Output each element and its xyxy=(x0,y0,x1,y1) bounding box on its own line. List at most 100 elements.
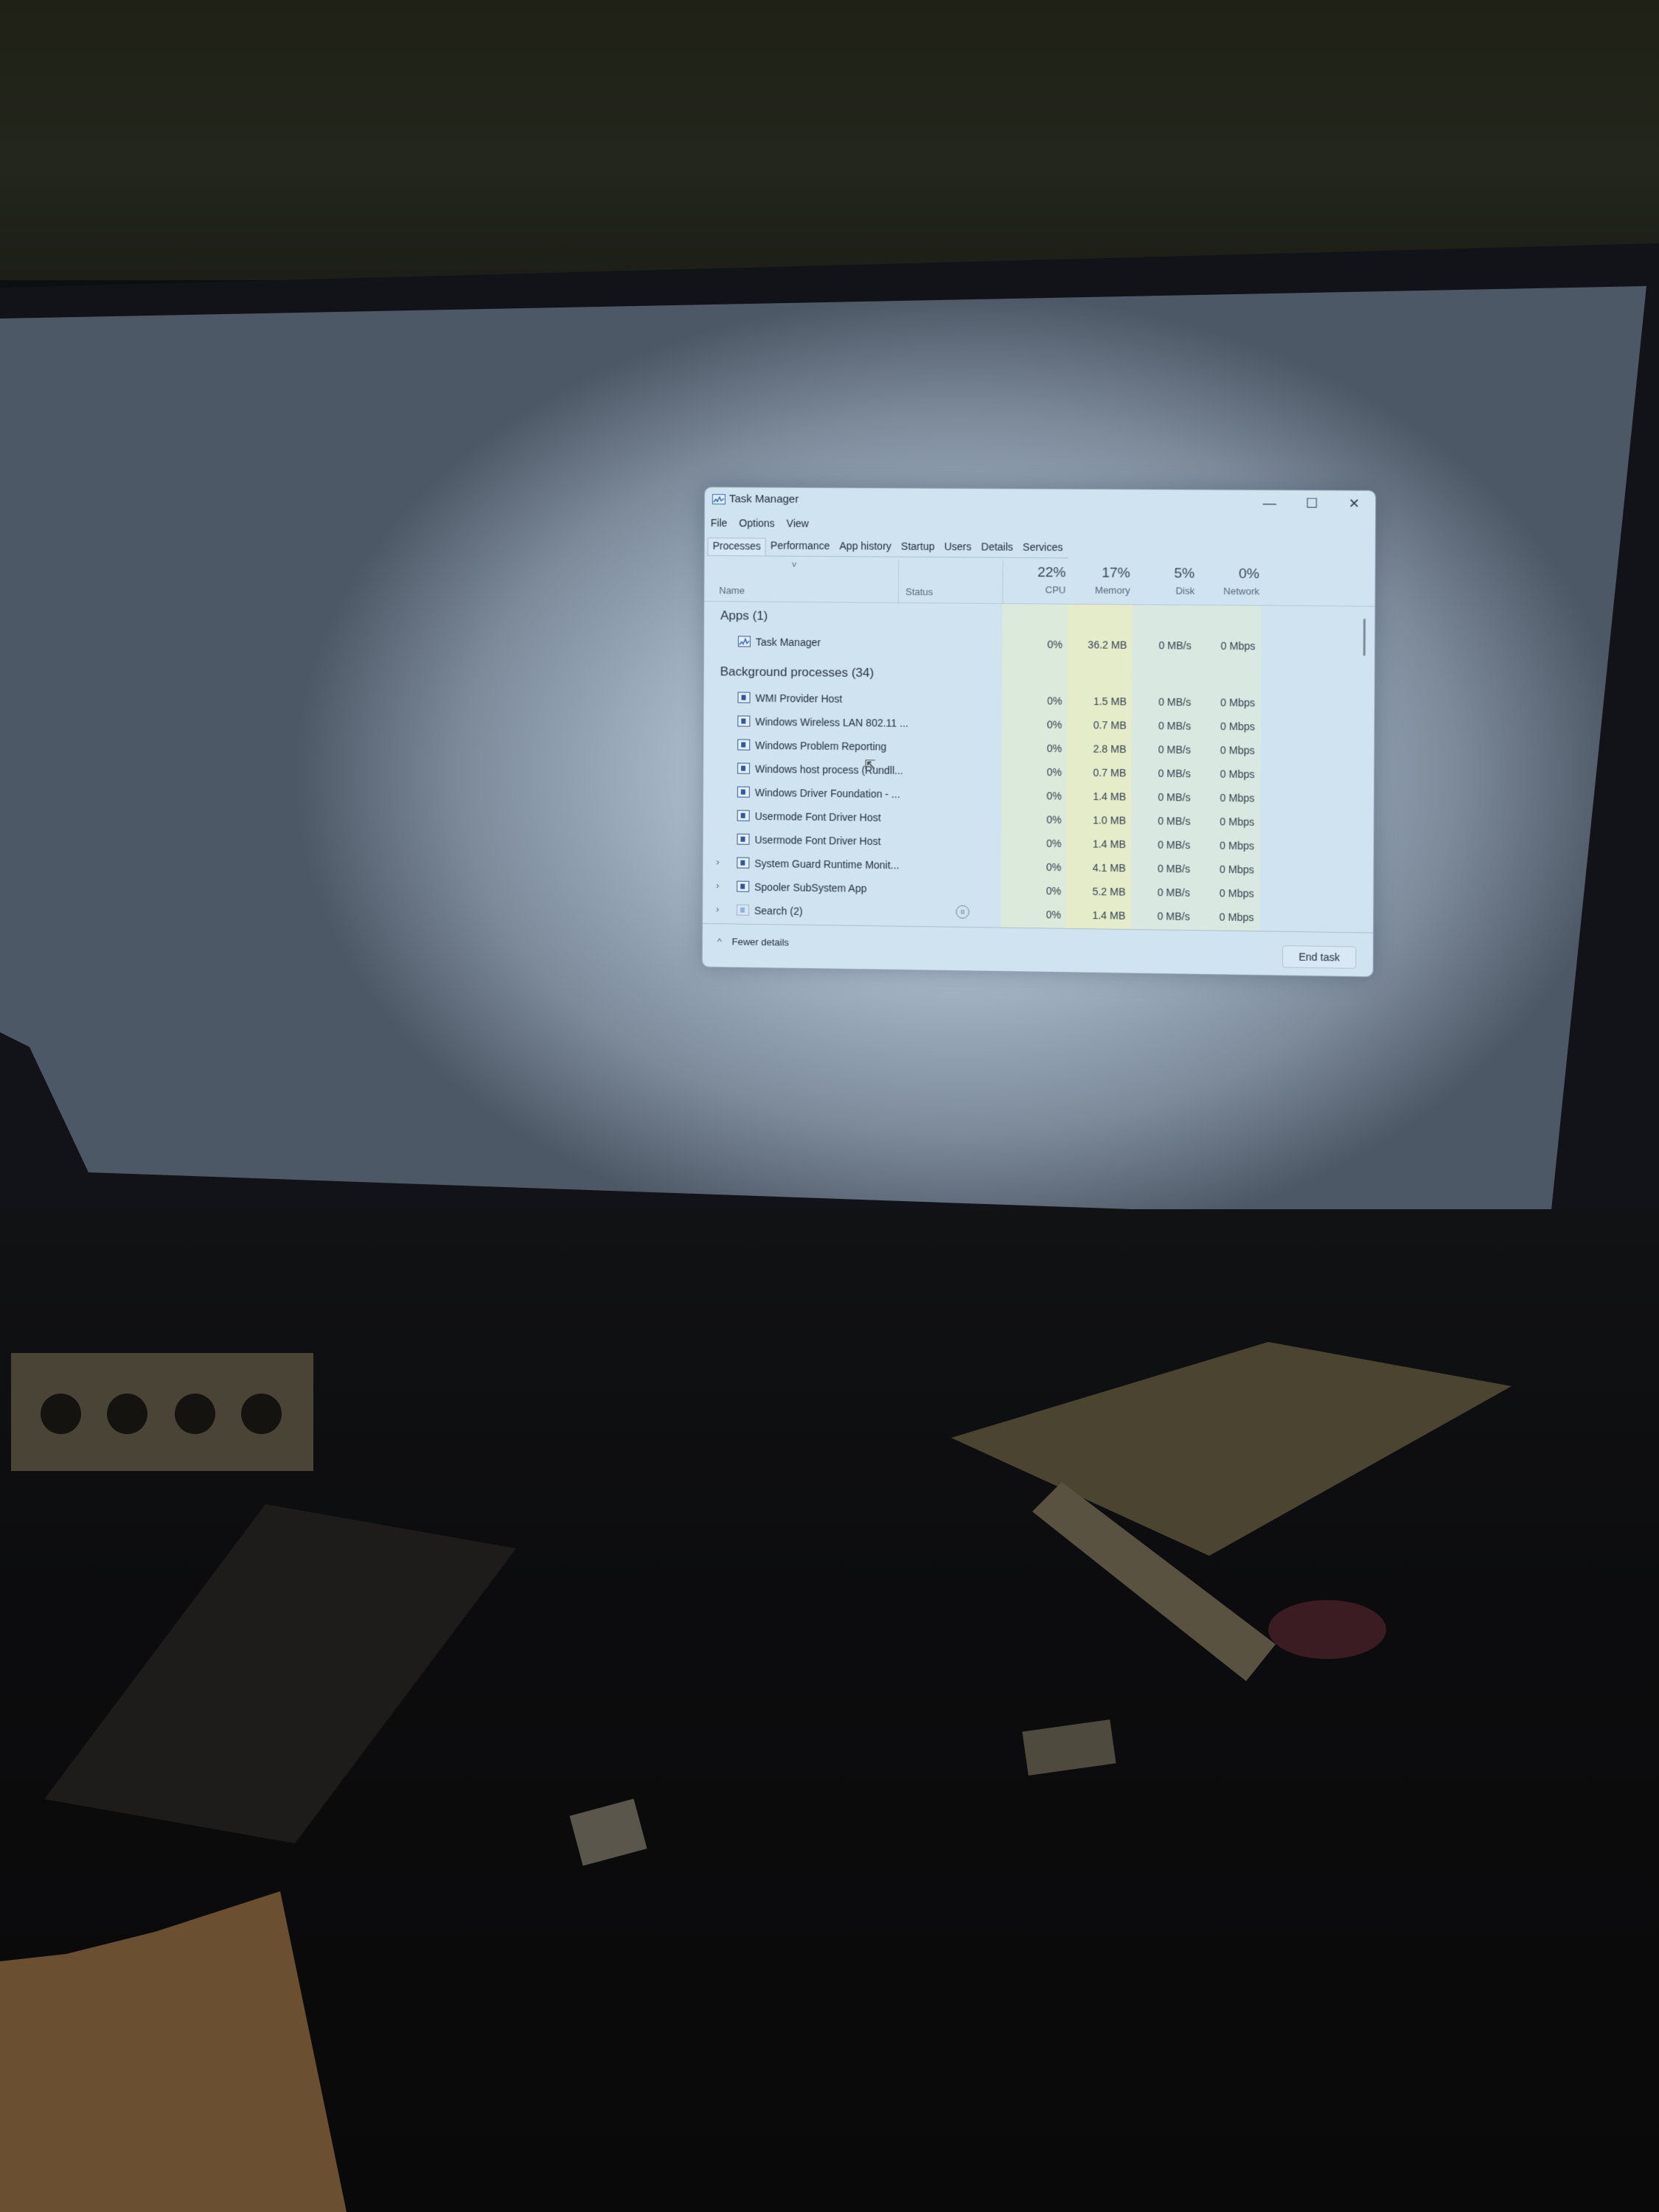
vertical-scrollbar[interactable] xyxy=(1363,618,1366,656)
process-cpu: 0% xyxy=(1046,908,1062,921)
tab-users[interactable]: Users xyxy=(939,539,976,557)
memory-total: 17% xyxy=(1102,565,1130,582)
process-network: 0 Mbps xyxy=(1219,911,1254,924)
process-name: Task Manager xyxy=(755,636,821,649)
process-row[interactable]: Task Manager 0% 36.2 MB 0 MB/s 0 Mbps xyxy=(704,630,1352,658)
title-bar[interactable]: Task Manager — ☐ ✕ xyxy=(705,487,1376,516)
process-cpu: 0% xyxy=(1046,790,1062,802)
menu-options[interactable]: Options xyxy=(737,517,776,533)
fewer-details-button[interactable]: ^ Fewer details xyxy=(717,936,789,947)
process-disk: 0 MB/s xyxy=(1157,862,1191,875)
process-cpu: 0% xyxy=(1046,885,1062,897)
disk-label: Disk xyxy=(1175,585,1195,597)
expand-chevron-icon[interactable]: › xyxy=(716,880,719,891)
process-network: 0 Mbps xyxy=(1220,720,1255,733)
process-cpu: 0% xyxy=(1046,765,1062,779)
process-disk: 0 MB/s xyxy=(1158,790,1191,804)
close-button[interactable]: ✕ xyxy=(1333,490,1376,516)
tab-bar: Processes Performance App history Startu… xyxy=(707,538,1068,559)
power-strip xyxy=(11,1353,313,1471)
column-header-memory[interactable]: 17% Memory xyxy=(1066,565,1130,597)
process-network: 0 Mbps xyxy=(1220,639,1256,653)
process-memory: 5.2 MB xyxy=(1092,885,1126,898)
problem-reporting-icon xyxy=(737,739,751,751)
column-header-network[interactable]: 0% Network xyxy=(1195,566,1259,597)
menu-bar: File Options View xyxy=(709,517,810,534)
process-memory: 1.4 MB xyxy=(1092,909,1126,922)
section-background-processes: Background processes (34) xyxy=(720,664,874,681)
task-manager-icon xyxy=(712,494,726,505)
column-header-cpu[interactable]: 22% CPU xyxy=(1002,565,1066,596)
process-name: Windows Problem Reporting xyxy=(755,739,887,753)
tab-processes[interactable]: Processes xyxy=(707,538,767,556)
sort-chevron-icon[interactable]: ˅ xyxy=(792,560,797,571)
expand-chevron-icon[interactable]: › xyxy=(716,903,719,914)
cpu-label: CPU xyxy=(1045,584,1066,596)
process-cpu: 0% xyxy=(1046,837,1062,849)
outlet-socket xyxy=(241,1394,282,1434)
column-divider[interactable] xyxy=(898,559,900,602)
suspended-status-icon: II xyxy=(956,905,970,919)
tab-services[interactable]: Services xyxy=(1018,540,1068,558)
app-window-icon xyxy=(737,857,750,869)
window-title: Task Manager xyxy=(728,493,799,506)
process-cpu: 0% xyxy=(1047,638,1063,651)
printer-icon xyxy=(737,880,750,892)
menu-file[interactable]: File xyxy=(709,517,729,533)
column-header-disk[interactable]: 5% Disk xyxy=(1131,566,1195,597)
process-network: 0 Mbps xyxy=(1220,696,1256,709)
process-name: Spooler SubSystem App xyxy=(754,880,867,894)
tab-startup[interactable]: Startup xyxy=(897,539,940,557)
process-name: System Guard Runtime Monit... xyxy=(754,857,900,872)
app-window-icon xyxy=(737,786,750,798)
outlet-socket xyxy=(41,1394,81,1434)
network-label: Network xyxy=(1223,585,1260,597)
mouse-cursor-icon: ⇱ xyxy=(864,757,876,773)
process-memory: 0.7 MB xyxy=(1093,719,1127,731)
process-cpu: 0% xyxy=(1046,813,1062,826)
tab-performance[interactable]: Performance xyxy=(766,538,835,557)
minimize-button[interactable]: — xyxy=(1248,490,1290,516)
process-disk: 0 MB/s xyxy=(1158,639,1192,652)
process-disk: 0 MB/s xyxy=(1157,886,1191,899)
process-network: 0 Mbps xyxy=(1220,791,1255,804)
process-disk: 0 MB/s xyxy=(1158,695,1192,709)
outlet-socket xyxy=(107,1394,147,1434)
task-manager-icon xyxy=(737,636,751,647)
process-memory: 1.4 MB xyxy=(1092,838,1126,851)
wmi-icon xyxy=(737,692,751,703)
process-memory: 2.8 MB xyxy=(1093,742,1127,755)
process-cpu: 0% xyxy=(1046,742,1062,755)
process-cpu: 0% xyxy=(1047,695,1062,707)
process-disk: 0 MB/s xyxy=(1157,838,1191,852)
app-window-icon xyxy=(737,810,750,821)
process-memory: 0.7 MB xyxy=(1093,766,1127,779)
process-network: 0 Mbps xyxy=(1220,768,1255,781)
process-disk: 0 MB/s xyxy=(1158,743,1192,756)
end-task-button[interactable]: End task xyxy=(1282,945,1357,969)
process-network: 0 Mbps xyxy=(1220,815,1255,828)
memory-label: Memory xyxy=(1095,584,1130,597)
room-wall xyxy=(0,0,1659,280)
app-window-icon xyxy=(737,715,751,727)
pink-object xyxy=(1268,1600,1386,1659)
maximize-button[interactable]: ☐ xyxy=(1290,490,1332,516)
cpu-total: 22% xyxy=(1037,565,1066,581)
process-network: 0 Mbps xyxy=(1220,744,1255,757)
menu-view[interactable]: View xyxy=(785,518,810,534)
column-header-status[interactable]: Status xyxy=(905,586,933,597)
fewer-details-label: Fewer details xyxy=(731,936,789,948)
chevron-up-icon: ^ xyxy=(717,936,722,947)
process-name: Windows host process (Rundll... xyxy=(754,762,903,776)
column-header-name[interactable]: Name xyxy=(719,585,745,596)
tab-app-history[interactable]: App history xyxy=(835,538,897,557)
process-memory: 1.4 MB xyxy=(1093,790,1127,803)
process-cpu: 0% xyxy=(1046,718,1062,731)
tab-details[interactable]: Details xyxy=(977,539,1019,557)
footer-bar: ^ Fewer details End task xyxy=(702,922,1374,977)
expand-chevron-icon[interactable]: › xyxy=(716,856,719,867)
process-memory: 1.5 MB xyxy=(1093,695,1127,708)
process-network: 0 Mbps xyxy=(1219,887,1254,900)
column-header-row: ˅ Name Status 22% CPU 17% Memory 5% Disk… xyxy=(704,558,1375,607)
outlet-socket xyxy=(175,1394,215,1434)
